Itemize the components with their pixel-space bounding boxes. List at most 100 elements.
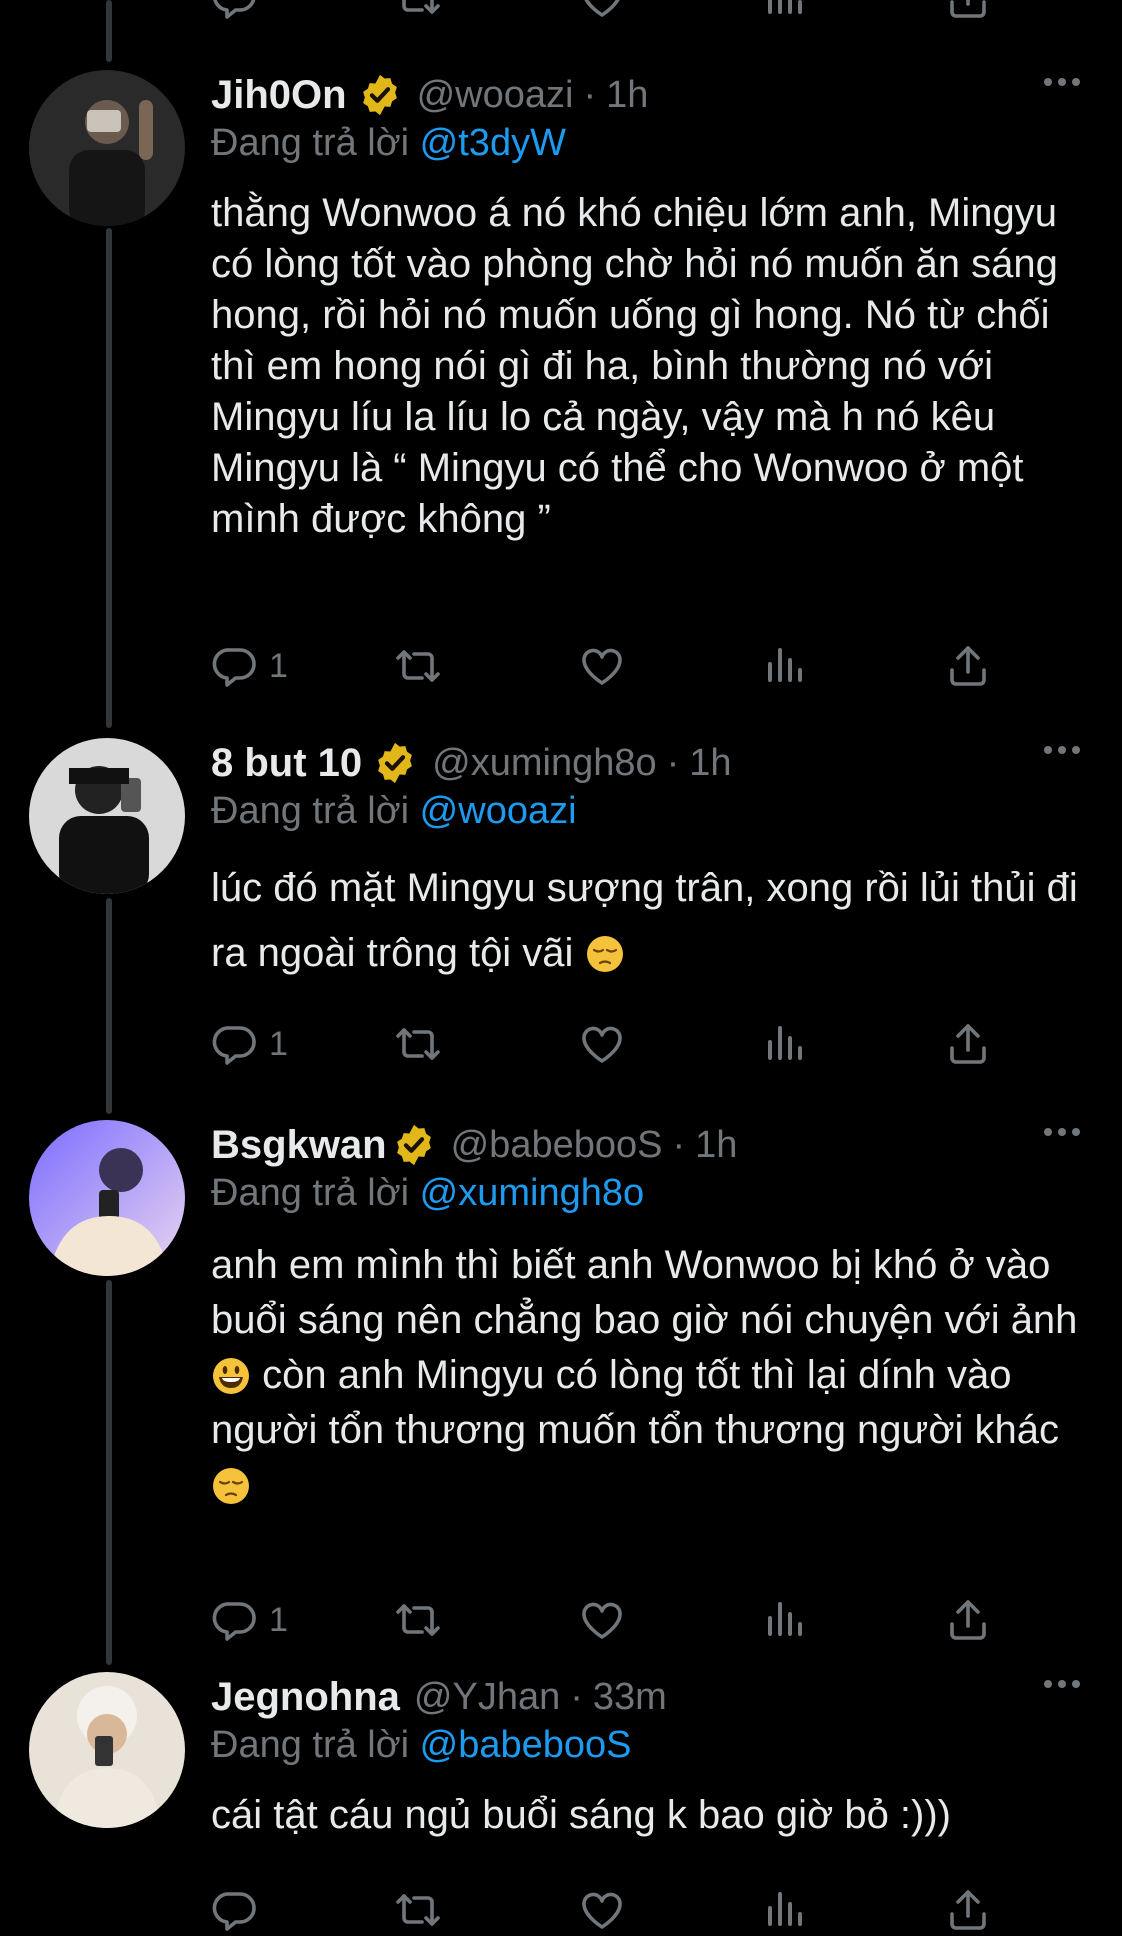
timestamp[interactable]: 1h — [689, 742, 731, 785]
tweet-actions: 1 — [211, 642, 1011, 692]
pensive-face-emoji — [585, 934, 625, 974]
tweet-text: cái tật cáu ngủ buổi sáng k bao giờ bỏ :… — [211, 1793, 951, 1837]
retweet-button[interactable] — [394, 642, 442, 690]
share-icon — [944, 0, 992, 22]
mention-link[interactable]: @babebooS — [420, 1724, 632, 1766]
tweet-actions: 1 — [211, 1020, 1011, 1070]
retweet-icon — [394, 1596, 442, 1644]
previous-tweet-actions — [211, 0, 1011, 24]
like-button[interactable] — [578, 642, 626, 690]
like-button[interactable] — [578, 1596, 626, 1644]
like-button[interactable] — [578, 1886, 626, 1934]
thread-line — [106, 898, 112, 1114]
tweet-text: anh em mình thì biết anh Wonwoo bị khó ở… — [211, 1238, 1091, 1513]
retweet-icon — [394, 642, 442, 690]
reply-button[interactable] — [211, 1886, 259, 1934]
user-handle[interactable]: @YJhan — [414, 1676, 560, 1719]
like-icon — [578, 642, 626, 690]
reply-icon — [211, 642, 259, 690]
views-icon — [761, 1886, 809, 1934]
separator-dot: · — [666, 741, 680, 784]
retweet-button[interactable] — [394, 0, 442, 22]
separator-dot: · — [672, 1123, 686, 1166]
more-options-button[interactable] — [1044, 1128, 1080, 1136]
timestamp[interactable]: 1h — [606, 74, 648, 117]
share-button[interactable] — [944, 1886, 992, 1934]
verified-badge-icon — [357, 72, 403, 118]
retweet-icon — [394, 0, 442, 22]
views-button[interactable] — [761, 0, 809, 22]
share-button[interactable] — [944, 1020, 992, 1068]
replying-to: Đang trả lời @t3dyW — [211, 122, 566, 164]
verified-badge-icon — [372, 740, 418, 786]
like-icon — [578, 1886, 626, 1934]
reply-count: 1 — [269, 646, 288, 685]
more-options-button[interactable] — [1044, 1680, 1080, 1688]
mention-link[interactable]: @wooazi — [420, 790, 577, 832]
share-icon — [944, 1886, 992, 1934]
display-name[interactable]: Bsgkwan — [211, 1123, 387, 1168]
more-icon — [1044, 78, 1052, 86]
views-button[interactable] — [761, 642, 809, 690]
views-button[interactable] — [761, 1886, 809, 1934]
avatar[interactable] — [29, 738, 185, 894]
retweet-button[interactable] — [394, 1020, 442, 1068]
like-icon — [578, 1596, 626, 1644]
more-icon — [1044, 746, 1052, 754]
retweet-icon — [394, 1020, 442, 1068]
timestamp[interactable]: 1h — [695, 1124, 737, 1167]
reply-button[interactable] — [211, 0, 259, 22]
reply-icon — [211, 1020, 259, 1068]
replying-to: Đang trả lời @wooazi — [211, 790, 577, 832]
thread-line — [106, 1280, 112, 1665]
share-icon — [944, 1596, 992, 1644]
user-handle[interactable]: @babebooS — [451, 1124, 663, 1167]
avatar[interactable] — [29, 1672, 185, 1828]
replying-to: Đang trả lời @babebooS — [211, 1724, 632, 1766]
reply-button[interactable]: 1 — [211, 642, 288, 690]
tweet-text: lúc đó mặt Mingyu sượng trân, xong rồi l… — [211, 866, 1078, 975]
views-icon — [761, 1596, 809, 1644]
mention-link[interactable]: @t3dyW — [420, 122, 566, 164]
user-handle[interactable]: @wooazi — [417, 74, 574, 117]
timestamp[interactable]: 33m — [593, 1676, 667, 1719]
more-icon — [1044, 1680, 1052, 1688]
views-button[interactable] — [761, 1596, 809, 1644]
more-options-button[interactable] — [1044, 78, 1080, 86]
user-handle[interactable]: @xumingh8o — [432, 742, 656, 785]
like-button[interactable] — [578, 0, 626, 22]
avatar[interactable] — [29, 1120, 185, 1276]
avatar[interactable] — [29, 70, 185, 226]
smiley-face-emoji — [211, 1356, 251, 1396]
retweet-button[interactable] — [394, 1886, 442, 1934]
like-icon — [578, 0, 626, 22]
reply-icon — [211, 0, 259, 22]
reply-icon — [211, 1596, 259, 1644]
reply-icon — [211, 1886, 259, 1934]
display-name[interactable]: Jegnohna — [211, 1675, 400, 1720]
views-button[interactable] — [761, 1020, 809, 1068]
share-button[interactable] — [944, 642, 992, 690]
like-button[interactable] — [578, 1020, 626, 1068]
tweet-actions — [211, 1886, 1011, 1936]
reply-count: 1 — [269, 1024, 288, 1063]
share-button[interactable] — [944, 0, 992, 22]
reply-count: 1 — [269, 1600, 288, 1639]
reply-button[interactable]: 1 — [211, 1596, 288, 1644]
like-icon — [578, 1020, 626, 1068]
retweet-button[interactable] — [394, 1596, 442, 1644]
display-name[interactable]: 8 but 10 — [211, 741, 362, 786]
separator-dot: · — [583, 73, 597, 116]
views-icon — [761, 642, 809, 690]
separator-dot: · — [570, 1675, 583, 1718]
views-icon — [761, 0, 809, 22]
display-name[interactable]: Jih0On — [211, 73, 347, 118]
reply-button[interactable]: 1 — [211, 1020, 288, 1068]
thread-line — [106, 0, 112, 62]
more-icon — [1044, 1128, 1052, 1136]
mention-link[interactable]: @xumingh8o — [420, 1172, 644, 1214]
more-options-button[interactable] — [1044, 746, 1080, 754]
pensive-face-emoji — [211, 1466, 251, 1506]
replying-to: Đang trả lời @xumingh8o — [211, 1172, 645, 1214]
share-button[interactable] — [944, 1596, 992, 1644]
